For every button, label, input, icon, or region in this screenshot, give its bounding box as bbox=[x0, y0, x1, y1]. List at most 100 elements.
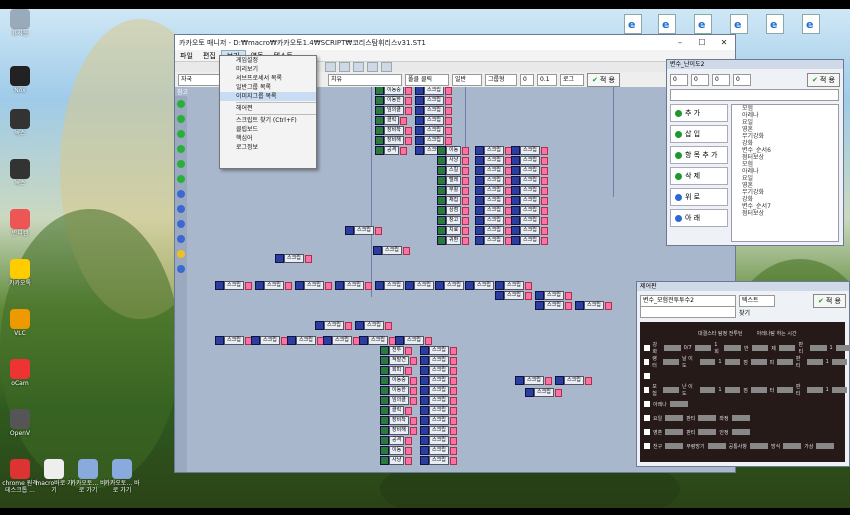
script-node[interactable]: 스크립 bbox=[255, 281, 292, 290]
script-node[interactable]: 이동중 bbox=[375, 87, 412, 95]
desktop-shortcut-icon[interactable]: 카카오토... 바로 가기 bbox=[102, 459, 142, 494]
desktop-icon[interactable]: 녹스 bbox=[0, 109, 40, 137]
var-command-button[interactable]: 추 가 bbox=[670, 104, 728, 122]
ie-icon[interactable]: e bbox=[802, 14, 820, 34]
script-node[interactable]: 장비해 bbox=[375, 136, 412, 145]
variable-list-item[interactable]: 영혼 bbox=[732, 126, 838, 133]
preview-checkbox[interactable] bbox=[644, 373, 650, 379]
script-node[interactable]: 스크립 bbox=[511, 166, 548, 175]
dropdown-item[interactable]: 클립보드 bbox=[220, 125, 316, 134]
variable-list-item[interactable]: 무기강화 bbox=[732, 189, 838, 196]
var-control[interactable]: 0 bbox=[691, 74, 709, 86]
preview-checkbox[interactable] bbox=[644, 443, 650, 449]
script-node[interactable]: 스크립 bbox=[525, 388, 562, 397]
delete-icon[interactable] bbox=[177, 160, 185, 168]
script-node[interactable]: 이동 bbox=[437, 146, 470, 155]
script-node[interactable]: 부활 bbox=[437, 186, 470, 195]
tool-button[interactable] bbox=[325, 62, 336, 72]
script-node[interactable]: 스크립 bbox=[420, 396, 457, 405]
script-node[interactable]: 스크립 bbox=[323, 336, 360, 345]
script-node[interactable]: 스크립 bbox=[511, 196, 548, 205]
variable-list-item[interactable]: 무기강화 bbox=[732, 133, 838, 140]
script-node[interactable]: 장비착 bbox=[375, 126, 412, 135]
dropdown-item[interactable]: 일반그룹 목록 bbox=[220, 83, 316, 92]
script-node[interactable]: 스크립 bbox=[535, 291, 572, 300]
close-icon[interactable]: ✕ bbox=[713, 38, 735, 47]
left-icon[interactable] bbox=[177, 220, 185, 228]
insert-icon[interactable] bbox=[177, 115, 185, 123]
dropdown-item[interactable]: 로그정보 bbox=[220, 143, 316, 152]
desktop-icon[interactable]: 반디캠 bbox=[0, 209, 40, 237]
script-node[interactable]: 스크립 bbox=[287, 336, 324, 345]
ie-icon[interactable]: e bbox=[658, 14, 676, 34]
script-node[interactable]: 스크립 bbox=[515, 376, 552, 385]
script-node[interactable]: 스크립 bbox=[359, 336, 396, 345]
variable-list-item[interactable]: 요일 bbox=[732, 119, 838, 126]
dropdown-item[interactable]: 서브프로세서 목록 bbox=[220, 74, 316, 83]
preview-checkbox[interactable] bbox=[644, 415, 650, 421]
variable-list[interactable]: 모험 아레나 요일 영혼 무기강화 강화 변수_순서6 점터보상 모험 아레나 요일 영혼 무기강화 강화… bbox=[731, 104, 839, 242]
apply-button[interactable]: ✔ 적 용 bbox=[587, 73, 620, 87]
ie-icon[interactable]: e bbox=[730, 14, 748, 34]
prop-field[interactable]: 로그 bbox=[560, 74, 584, 86]
script-node[interactable]: 스크립 bbox=[475, 146, 512, 155]
prop-field[interactable]: 치유 bbox=[328, 74, 402, 86]
script-node[interactable]: 스크립 bbox=[215, 281, 252, 290]
script-node[interactable]: 스크립 bbox=[275, 254, 312, 263]
script-node[interactable]: 전투 bbox=[380, 346, 413, 355]
script-node[interactable]: 임의클 bbox=[380, 396, 417, 405]
script-node[interactable]: 스크립 bbox=[420, 436, 457, 445]
variable-list-item[interactable]: 점터보상 bbox=[732, 210, 838, 217]
desktop-icon[interactable]: 휴지통 bbox=[0, 9, 40, 37]
script-node[interactable]: 스크립 bbox=[395, 336, 432, 345]
script-node[interactable]: 스크립 bbox=[511, 186, 548, 195]
preview-checkbox[interactable] bbox=[644, 345, 650, 351]
script-node[interactable]: 스크립 bbox=[475, 196, 512, 205]
script-node[interactable]: 스크립 bbox=[475, 166, 512, 175]
script-node[interactable]: 스크립 bbox=[415, 106, 452, 115]
star-icon[interactable] bbox=[177, 250, 185, 258]
right-icon[interactable] bbox=[177, 235, 185, 243]
var-control[interactable]: 0 bbox=[733, 74, 751, 86]
script-node[interactable]: 스크립 bbox=[511, 226, 548, 235]
script-node[interactable]: 스크립 bbox=[373, 246, 410, 255]
up-icon[interactable] bbox=[177, 190, 185, 198]
script-node[interactable]: 스크립 bbox=[420, 456, 457, 465]
script-node[interactable]: 스크립 bbox=[295, 281, 332, 290]
script-node[interactable]: 스크립 bbox=[495, 281, 532, 290]
menu-1[interactable]: 편집 bbox=[198, 51, 221, 61]
script-node[interactable]: 스크립 bbox=[511, 206, 548, 215]
script-node[interactable]: 스크립 bbox=[511, 176, 548, 185]
script-node[interactable]: 스크립 bbox=[420, 376, 457, 385]
window-titlebar[interactable]: 카카오토 매니저 - D:₩macro₩카카오토1.4₩SCRIPT₩코리스탐휘… bbox=[175, 35, 735, 50]
script-node[interactable]: 스크립 bbox=[345, 226, 382, 235]
script-node[interactable]: 이동한 bbox=[375, 96, 412, 105]
prop-field[interactable]: 0 bbox=[520, 74, 534, 86]
dropdown-item[interactable]: 미리보기 bbox=[220, 65, 316, 74]
script-node[interactable]: 스크립 bbox=[555, 376, 592, 385]
sub-field[interactable] bbox=[640, 306, 736, 318]
script-node[interactable]: 이동중 bbox=[380, 376, 417, 385]
script-node[interactable]: 적발견 bbox=[380, 356, 417, 365]
preview-checkbox[interactable] bbox=[644, 359, 650, 365]
variable-list-item[interactable]: 강화 bbox=[732, 140, 838, 147]
tool-button[interactable] bbox=[353, 62, 364, 72]
script-node[interactable]: 스크립 bbox=[475, 156, 512, 165]
maximize-icon[interactable]: ☐ bbox=[691, 38, 713, 47]
branch-icon[interactable] bbox=[177, 130, 185, 138]
ie-icon[interactable]: e bbox=[766, 14, 784, 34]
script-node[interactable]: 스크립 bbox=[415, 126, 452, 135]
variable-list-item[interactable]: 변수_순서7 bbox=[732, 203, 838, 210]
script-node[interactable]: 텔레 bbox=[437, 176, 470, 185]
prop-field[interactable]: 폴클 클릭 bbox=[405, 74, 449, 86]
script-node[interactable]: 스크립 bbox=[420, 406, 457, 415]
script-node[interactable]: 스크립 bbox=[475, 176, 512, 185]
var-command-button[interactable]: 삭 제 bbox=[670, 167, 728, 185]
variable-list-item[interactable]: 아레나 bbox=[732, 112, 838, 119]
script-node[interactable]: 스크립 bbox=[535, 301, 572, 310]
desktop-icon[interactable]: Nox bbox=[0, 66, 40, 94]
loop-icon[interactable] bbox=[177, 145, 185, 153]
script-node[interactable]: 스크립 bbox=[355, 321, 392, 330]
ie-icon[interactable]: e bbox=[624, 14, 642, 34]
dropdown-item[interactable]: 핵심어 bbox=[220, 134, 316, 143]
